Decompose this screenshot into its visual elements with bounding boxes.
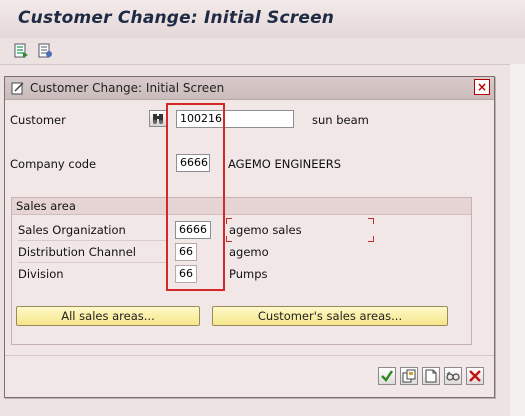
dialog-title-bar: Customer Change: Initial Screen ×	[5, 77, 494, 100]
all-sales-areas-button[interactable]: All sales areas...	[16, 306, 200, 326]
row-separator	[18, 262, 168, 263]
close-icon[interactable]: ×	[474, 79, 490, 95]
company-code-label: Company code	[10, 157, 97, 171]
cancel-x-icon[interactable]	[466, 367, 484, 385]
page-title: Customer Change: Initial Screen	[18, 8, 335, 28]
vertical-scroll-area	[510, 64, 525, 416]
sales-area-title: Sales area	[12, 198, 471, 215]
search-help-button[interactable]	[149, 110, 167, 127]
focus-bracket	[368, 236, 374, 242]
customer-label: Customer	[10, 113, 66, 127]
sales-org-description: agemo sales	[229, 223, 302, 237]
customer-description: sun beam	[312, 113, 369, 127]
new-document-icon[interactable]	[422, 367, 440, 385]
document-execute-icon[interactable]	[14, 43, 28, 58]
application-toolbar	[0, 38, 525, 65]
division-description: Pumps	[229, 267, 268, 281]
distribution-channel-description: agemo	[229, 245, 269, 259]
dialog-title: Customer Change: Initial Screen	[30, 81, 225, 95]
title-bar: Customer Change: Initial Screen	[0, 0, 525, 38]
sales-area-title-text: Sales area	[16, 199, 76, 213]
focus-bracket	[368, 218, 374, 224]
document-list-icon[interactable]	[38, 43, 52, 58]
customer-change-dialog: Customer Change: Initial Screen × Custom…	[4, 76, 495, 398]
row-separator	[18, 240, 168, 241]
highlight-annotation-box	[166, 103, 225, 291]
customers-sales-areas-button[interactable]: Customer's sales areas...	[212, 306, 448, 326]
focus-bracket	[226, 236, 232, 242]
focus-bracket	[226, 218, 232, 224]
copy-icon[interactable]	[400, 367, 418, 385]
company-code-description: AGEMO ENGINEERS	[228, 157, 342, 171]
distribution-channel-label: Distribution Channel	[18, 245, 136, 259]
sales-org-label: Sales Organization	[18, 223, 126, 237]
continue-check-icon[interactable]	[378, 367, 396, 385]
glasses-display-icon[interactable]	[444, 367, 462, 385]
edit-document-icon	[11, 81, 25, 95]
division-label: Division	[18, 267, 64, 281]
footer-separator	[5, 355, 494, 356]
sales-area-group: Sales area Sales Organization 6666 agemo…	[11, 197, 472, 345]
